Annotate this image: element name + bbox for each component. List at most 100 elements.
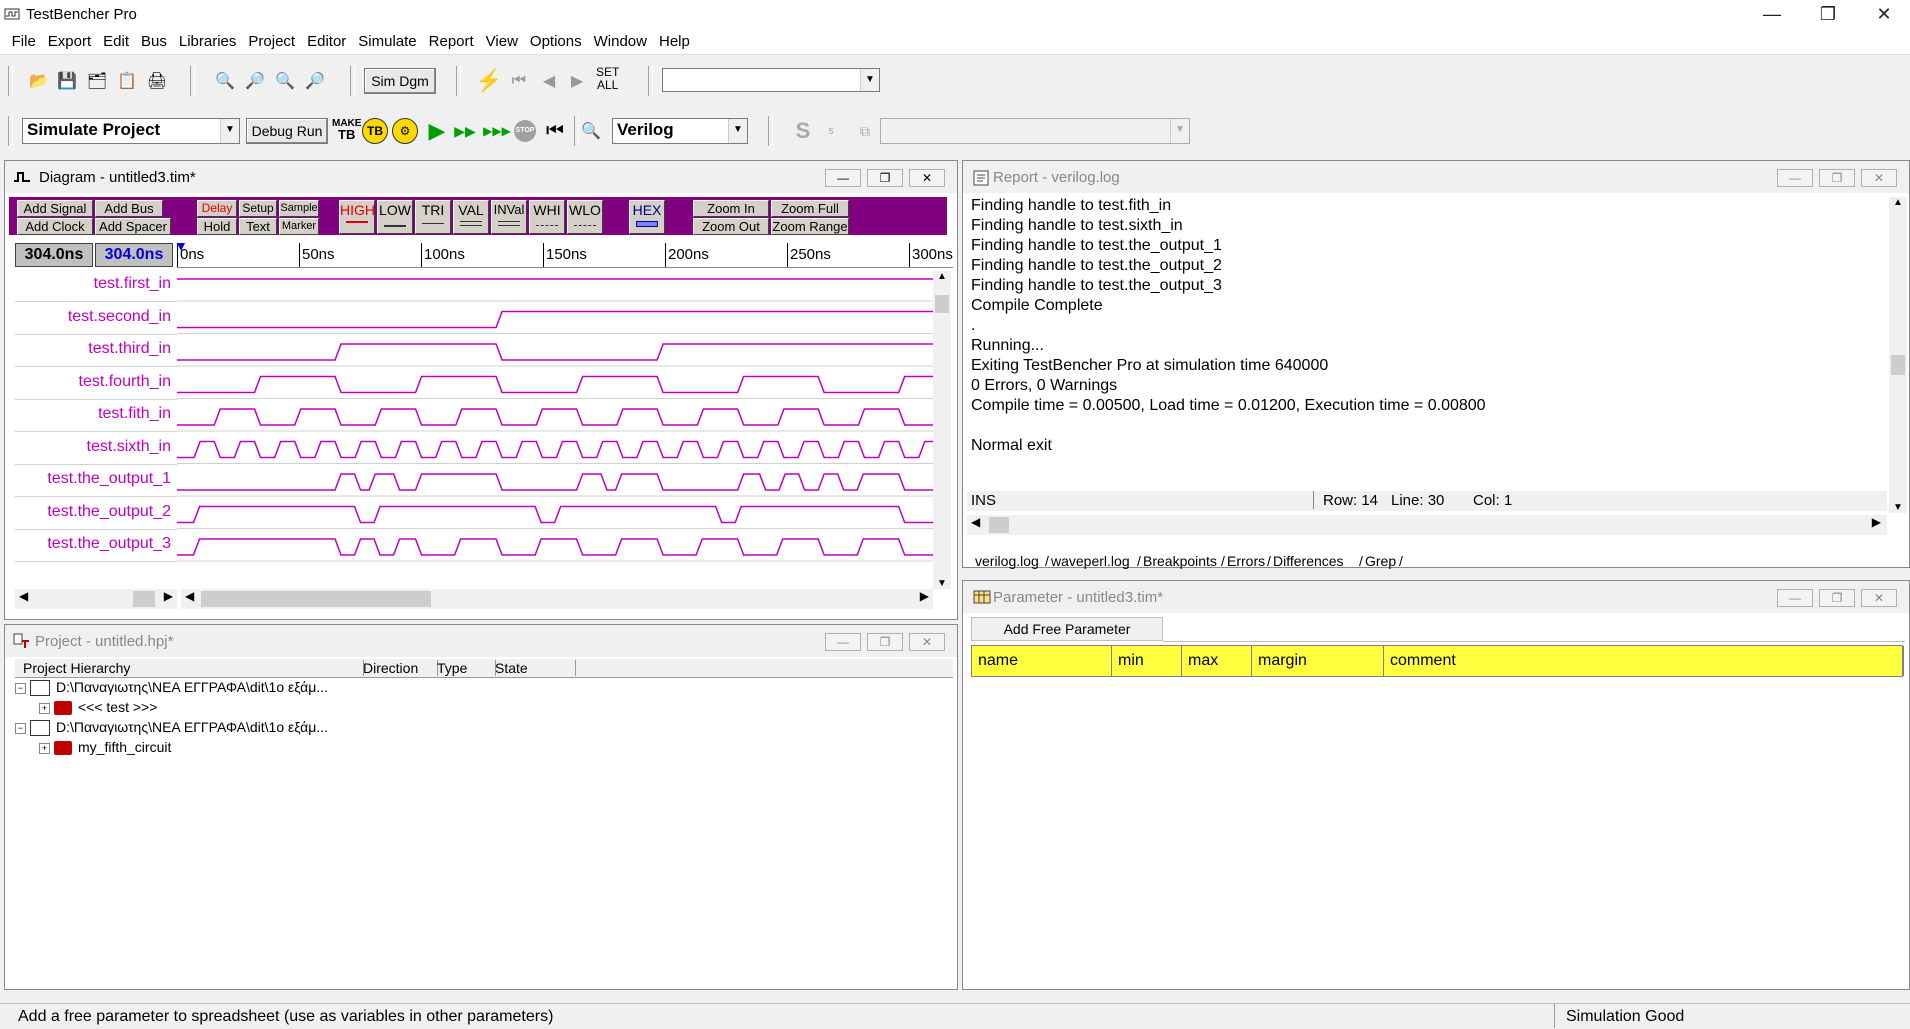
inval-button[interactable]: INVal [491,200,527,234]
signal-name[interactable]: test.first_in [94,275,177,293]
add-bus-button[interactable]: Add Bus [95,200,163,217]
next-icon[interactable]: ▶ [564,68,590,94]
menu-libraries[interactable]: Libraries [173,30,243,53]
signal-waveform[interactable] [177,505,935,524]
whi-button[interactable]: WHI [529,200,565,234]
scroll-down-icon[interactable]: ▼ [1889,502,1907,513]
signal-name[interactable]: test.second_in [68,308,177,326]
wlo-button[interactable]: WLO [567,200,603,234]
tb-build-icon[interactable]: ⚙ [392,118,418,144]
report-tab[interactable]: Errors [1227,553,1265,569]
scroll-right-icon[interactable]: ▶ [164,589,173,603]
report-tab[interactable]: verilog.log [975,553,1039,569]
menu-view[interactable]: View [480,30,524,53]
rewind-icon[interactable]: ⏮ [542,118,568,144]
language-combo[interactable]: Verilog ▼ [612,118,748,144]
zoom-in-button[interactable]: Zoom In [693,200,769,217]
lightning-icon[interactable]: ⚡ [475,68,502,94]
scroll-thumb[interactable] [201,591,431,607]
copy-icon[interactable]: 📋 [114,68,140,94]
zoom-range-button[interactable]: Zoom Range [771,218,849,235]
find-icon[interactable]: 🔍 [578,118,604,144]
scroll-thumb[interactable] [1891,355,1905,375]
signal-name[interactable]: test.fourth_in [79,373,178,391]
menu-simulate[interactable]: Simulate [352,30,422,53]
text-button[interactable]: Text [239,218,277,235]
parameter-column-header[interactable]: max [1182,646,1252,676]
scroll-up-icon[interactable]: ▲ [1889,197,1907,208]
zoom-in-icon[interactable]: 🔍 [212,68,238,94]
scroll-left-icon[interactable]: ◀ [971,515,980,529]
step-icon[interactable]: ▶▶ [452,118,478,144]
menu-bus[interactable]: Bus [135,30,173,53]
column-header[interactable]: Direction [363,660,438,676]
disabled-combo[interactable]: ▼ [880,118,1190,144]
scroll-thumb[interactable] [133,591,155,607]
simulate-mode-combo[interactable]: Simulate Project ▼ [22,118,240,144]
add-free-parameter-button[interactable]: Add Free Parameter [971,617,1163,641]
signal-name[interactable]: test.third_in [88,340,177,358]
save-icon[interactable]: 💾 [54,68,80,94]
expand-icon[interactable]: + [39,702,50,714]
column-header[interactable]: Project Hierarchy [23,660,364,676]
signal-name[interactable]: test.sixth_in [87,438,177,456]
report-tab[interactable]: Differences [1273,553,1344,569]
open-folder-icon[interactable]: 📂 [26,68,52,94]
scroll-left-icon[interactable]: ◀ [19,589,28,603]
tree-node[interactable]: + <<< test >>> [39,699,157,719]
add-spacer-button[interactable]: Add Spacer [95,218,171,235]
signal-waveform[interactable] [177,538,935,556]
signal-waveform[interactable] [177,440,935,459]
parameter-column-header[interactable]: comment [1384,646,1904,676]
minimize-icon[interactable]: — [1777,169,1813,187]
scroll-right-icon[interactable]: ▶ [920,589,929,603]
signal-waveform[interactable] [177,375,935,394]
waveform-pane[interactable] [177,271,935,589]
add-clock-button[interactable]: Add Clock [17,218,93,235]
hierarchy-icon[interactable]: ⧉ [852,118,878,144]
collapse-icon[interactable]: − [15,722,26,734]
scroll-up-icon[interactable]: ▲ [933,271,951,282]
maximize-icon[interactable]: ❐ [867,633,903,651]
close-icon[interactable]: ✕ [909,169,945,187]
parameter-column-header[interactable]: margin [1252,646,1384,676]
minimize-button[interactable]: — [1744,0,1800,30]
report-tab[interactable]: Grep [1365,553,1396,569]
maximize-icon[interactable]: ❐ [1819,169,1855,187]
tree-node[interactable]: − D:\Παναγιωτης\ΝΕΑ ΕΓΓΡΑΦΑ\dit\1ο εξάμ..… [15,719,328,739]
minimize-icon[interactable]: — [1777,589,1813,607]
scroll-right-icon[interactable]: ▶ [1872,515,1881,529]
close-icon[interactable]: ✕ [1861,169,1897,187]
menu-file[interactable]: File [6,30,42,53]
zoom-full-button[interactable]: Zoom Full [771,200,849,217]
menu-export[interactable]: Export [42,30,97,53]
signal-waveform[interactable] [177,310,935,329]
debug-run-button[interactable]: Debug Run [246,118,328,144]
prev-icon[interactable]: ◀ [536,68,562,94]
menu-project[interactable]: Project [242,30,301,53]
restore-button[interactable]: ❐ [1800,0,1856,30]
scroll-down-icon[interactable]: ▼ [933,578,951,589]
tree-node[interactable]: + my_fifth_circuit [39,739,171,759]
hex-button[interactable]: HEX [629,200,665,234]
save-all-icon[interactable]: 🗂 [84,68,110,94]
val-button[interactable]: VAL [453,200,489,234]
report-tab[interactable]: waveperl.log [1051,553,1130,569]
time-ruler[interactable]: 0ns 50ns 100ns 150ns 200ns 250ns 300ns [177,243,953,268]
setup-button[interactable]: Setup [239,200,277,217]
signal-waveform[interactable] [177,473,935,491]
make-tb-button[interactable]: MAKE TB [332,118,361,141]
waves-hscrollbar[interactable]: ◀ ▶ [181,589,933,609]
close-icon[interactable]: ✕ [909,633,945,651]
scroll-thumb[interactable] [989,517,1009,533]
zoom-out-button[interactable]: Zoom Out [693,218,769,235]
low-button[interactable]: LOW [377,200,413,234]
zoom-range-icon[interactable]: 🔍 [272,68,298,94]
close-button[interactable]: ✕ [1856,0,1910,30]
report-vscrollbar[interactable]: ▲ ▼ [1889,197,1907,513]
menu-window[interactable]: Window [588,30,653,53]
marker-button[interactable]: Marker [279,218,319,235]
diagram-vscrollbar[interactable]: ▲ ▼ [933,271,951,589]
stop-button[interactable]: STOP [514,120,536,142]
report-hscrollbar[interactable]: ◀ ▶ [967,515,1887,535]
